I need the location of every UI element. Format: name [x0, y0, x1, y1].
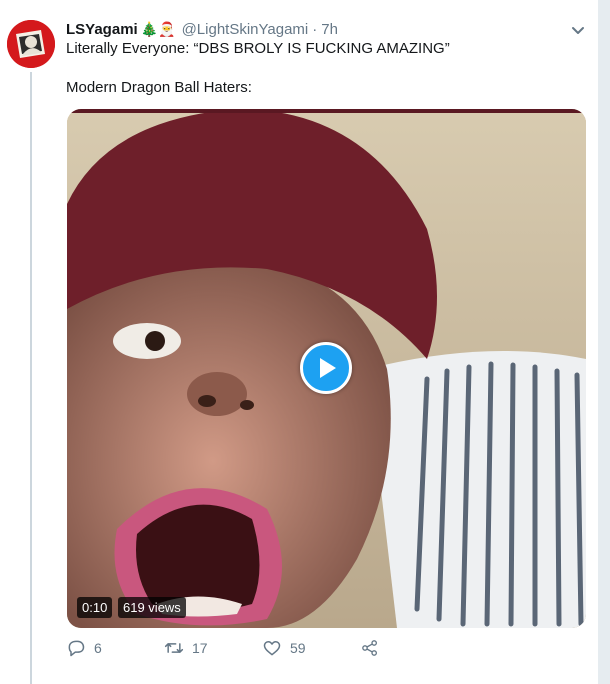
play-button[interactable]: [300, 342, 352, 394]
share-button[interactable]: [360, 636, 380, 660]
like-button[interactable]: 59: [262, 636, 306, 660]
caret-down-icon[interactable]: [570, 22, 586, 38]
retweet-icon: [164, 643, 184, 653]
like-count: 59: [290, 640, 306, 656]
separator-dot: ·: [312, 20, 318, 38]
tweet-text-line2: Modern Dragon Ball Haters:: [66, 79, 252, 96]
retweet-button[interactable]: 17: [164, 636, 208, 660]
display-name[interactable]: LSYagami: [66, 21, 138, 38]
duration-badge: 0:10: [77, 597, 113, 618]
like-icon: [263, 641, 281, 656]
page-gutter: [598, 0, 610, 684]
reply-icon: [68, 640, 85, 657]
tweet-header: LSYagami 🎄🎅 @LightSkinYagami · 7h: [66, 18, 338, 40]
share-icon: [362, 640, 377, 656]
tweet-card[interactable]: LSYagami 🎄🎅 @LightSkinYagami · 7h Litera…: [0, 0, 598, 684]
user-handle[interactable]: @LightSkinYagami: [182, 21, 309, 38]
timestamp[interactable]: 7h: [321, 21, 338, 38]
play-icon: [320, 358, 336, 378]
avatar[interactable]: [7, 20, 55, 68]
views-badge: 619 views: [118, 597, 186, 618]
thread-line: [30, 72, 32, 684]
reply-count: 6: [94, 640, 102, 656]
tweet-text-line1: Literally Everyone: “DBS BROLY IS FUCKIN…: [66, 40, 450, 57]
reply-button[interactable]: 6: [66, 636, 102, 660]
name-emoji: 🎄🎅: [140, 20, 176, 37]
retweet-count: 17: [192, 640, 208, 656]
